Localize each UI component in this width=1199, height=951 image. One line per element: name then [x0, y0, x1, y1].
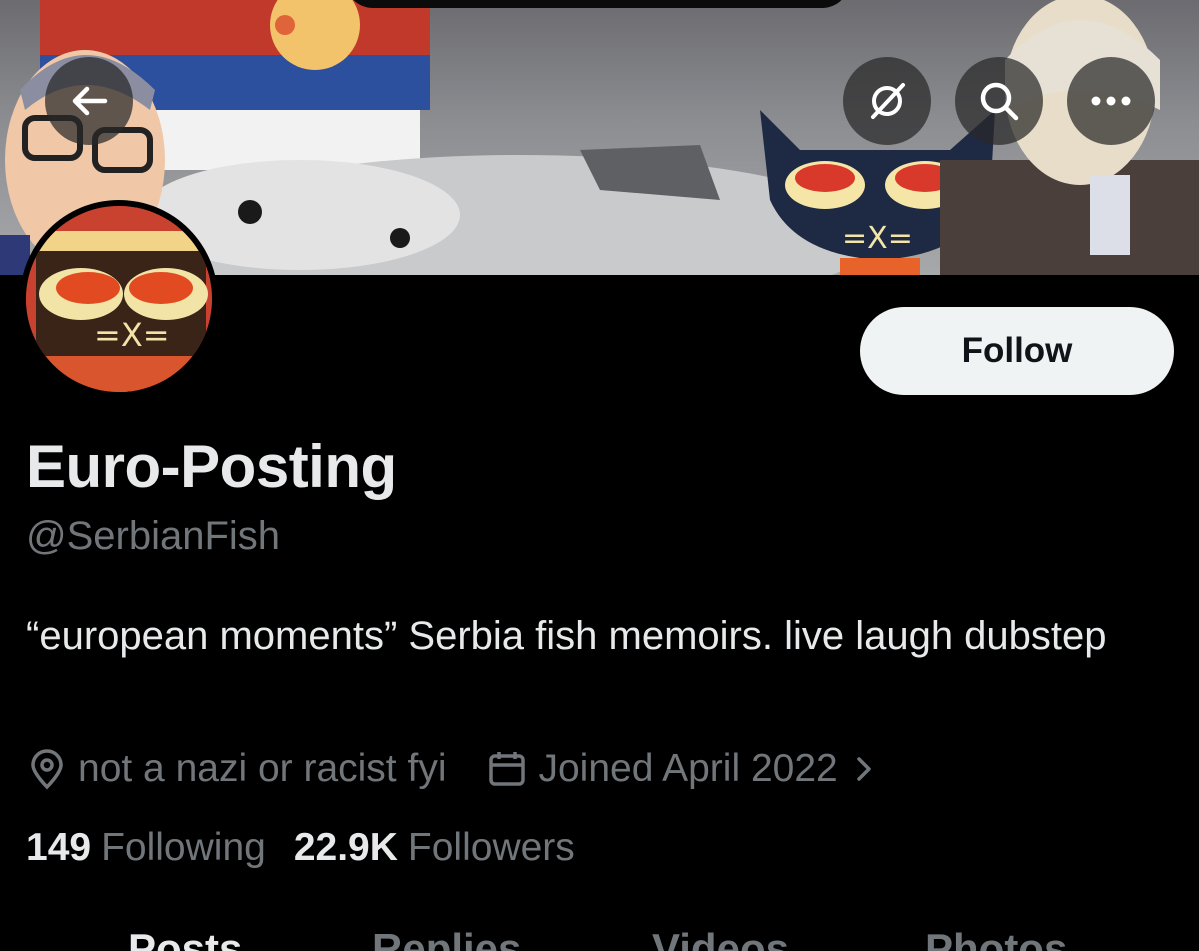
profile-page: =X= =X= Follow Euro-Posting @SerbianFish… [0, 0, 1199, 951]
search-icon [980, 82, 1019, 121]
svg-text:=X=: =X= [94, 316, 170, 354]
svg-text:=X=: =X= [842, 221, 913, 256]
user-handle: @SerbianFish [26, 514, 281, 558]
grok-button[interactable] [843, 57, 931, 145]
back-button[interactable] [45, 57, 133, 145]
ellipsis-icon [1091, 96, 1131, 106]
location-text: not a nazi or racist fyi [78, 747, 447, 790]
location-pin-icon [31, 749, 63, 790]
tab-photos[interactable]: Photos [925, 925, 1067, 951]
tab-posts[interactable]: Posts [128, 925, 242, 951]
follow-button[interactable]: Follow [860, 307, 1174, 395]
avatar-image: =X= [26, 206, 212, 392]
avatar[interactable]: =X= [20, 200, 218, 398]
followers-stat[interactable]: 22.9K Followers [294, 826, 575, 870]
chevron-right-icon [856, 757, 871, 781]
profile-bio: “european moments” Serbia fish memoirs. … [26, 614, 1107, 658]
calendar-icon [489, 752, 526, 786]
status-notch [345, 0, 850, 8]
profile-meta: not a nazi or racist fyi Joined April 20… [26, 744, 884, 794]
more-button[interactable] [1067, 57, 1155, 145]
location: not a nazi or racist fyi [26, 747, 446, 791]
join-date[interactable]: Joined April 2022 [486, 747, 883, 791]
following-count: 149 [26, 826, 92, 869]
display-name: Euro-Posting [26, 433, 397, 500]
grok-icon [871, 83, 905, 119]
followers-count: 22.9K [293, 826, 398, 869]
following-label: Following [101, 826, 266, 869]
search-button[interactable] [955, 57, 1043, 145]
join-date-text: Joined April 2022 [538, 747, 838, 790]
arrow-left-icon [72, 86, 108, 116]
tab-videos[interactable]: Videos [652, 925, 789, 951]
tab-replies[interactable]: Replies [372, 925, 521, 951]
following-stat[interactable]: 149 Following [26, 826, 266, 870]
followers-label: Followers [407, 826, 575, 869]
profile-tabs: Posts Replies Videos Photos [0, 925, 1199, 951]
follow-stats: 149 Following 22.9K Followers [26, 826, 575, 870]
